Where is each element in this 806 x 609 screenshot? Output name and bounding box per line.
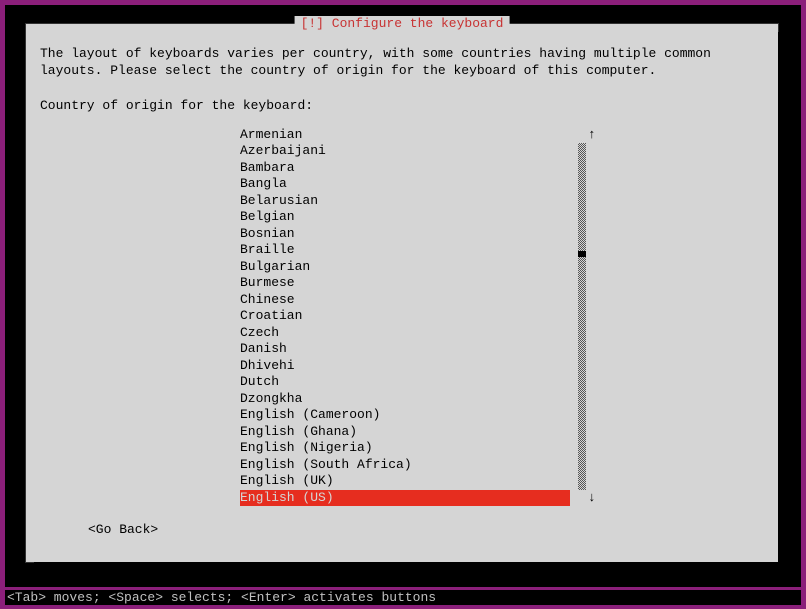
list-item[interactable]: Bangla [240,176,570,193]
list-item[interactable]: Danish [240,341,570,358]
list-item[interactable]: Croatian [240,308,570,325]
list-item[interactable]: English (Cameroon) [240,407,570,424]
scroll-down-icon[interactable]: ↓ [588,490,596,507]
configure-keyboard-dialog: [!] Configure the keyboard The layout of… [25,23,779,563]
list-item[interactable]: Bosnian [240,226,570,243]
list-item[interactable]: English (Ghana) [240,424,570,441]
list-item[interactable]: Burmese [240,275,570,292]
list-item[interactable]: Bambara [240,160,570,177]
list-item[interactable]: Chinese [240,292,570,309]
keyboard-country-list[interactable]: ArmenianAzerbaijaniBambaraBanglaBelarusi… [40,127,768,507]
list-item[interactable]: English (US) [240,490,570,507]
list-item[interactable]: Belarusian [240,193,570,210]
list-item[interactable]: Braille [240,242,570,259]
help-line: <Tab> moves; <Space> selects; <Enter> ac… [5,590,801,605]
terminal-background: [!] Configure the keyboard The layout of… [5,5,801,587]
dialog-title: [!] Configure the keyboard [295,16,510,31]
list-item[interactable]: Bulgarian [240,259,570,276]
list-item[interactable]: Armenian [240,127,570,144]
list-item[interactable]: Dutch [240,374,570,391]
dialog-prompt: Country of origin for the keyboard: [40,98,768,113]
list-item[interactable]: Dzongkha [240,391,570,408]
scroll-track[interactable] [578,143,586,491]
dialog-body-text: The layout of keyboards varies per count… [40,46,768,80]
list-item[interactable]: English (Nigeria) [240,440,570,457]
list-item[interactable]: Belgian [240,209,570,226]
dialog-wrapper: [!] Configure the keyboard The layout of… [25,23,779,563]
scroll-up-icon[interactable]: ↑ [588,127,596,144]
scroll-thumb[interactable] [578,251,586,257]
list-item[interactable]: Czech [240,325,570,342]
list-item[interactable]: English (South Africa) [240,457,570,474]
list-item[interactable]: English (UK) [240,473,570,490]
list-item[interactable]: Dhivehi [240,358,570,375]
scrollbar[interactable]: ↑ ↓ [570,127,606,507]
list-item[interactable]: Azerbaijani [240,143,570,160]
go-back-button[interactable]: <Go Back> [88,522,158,537]
